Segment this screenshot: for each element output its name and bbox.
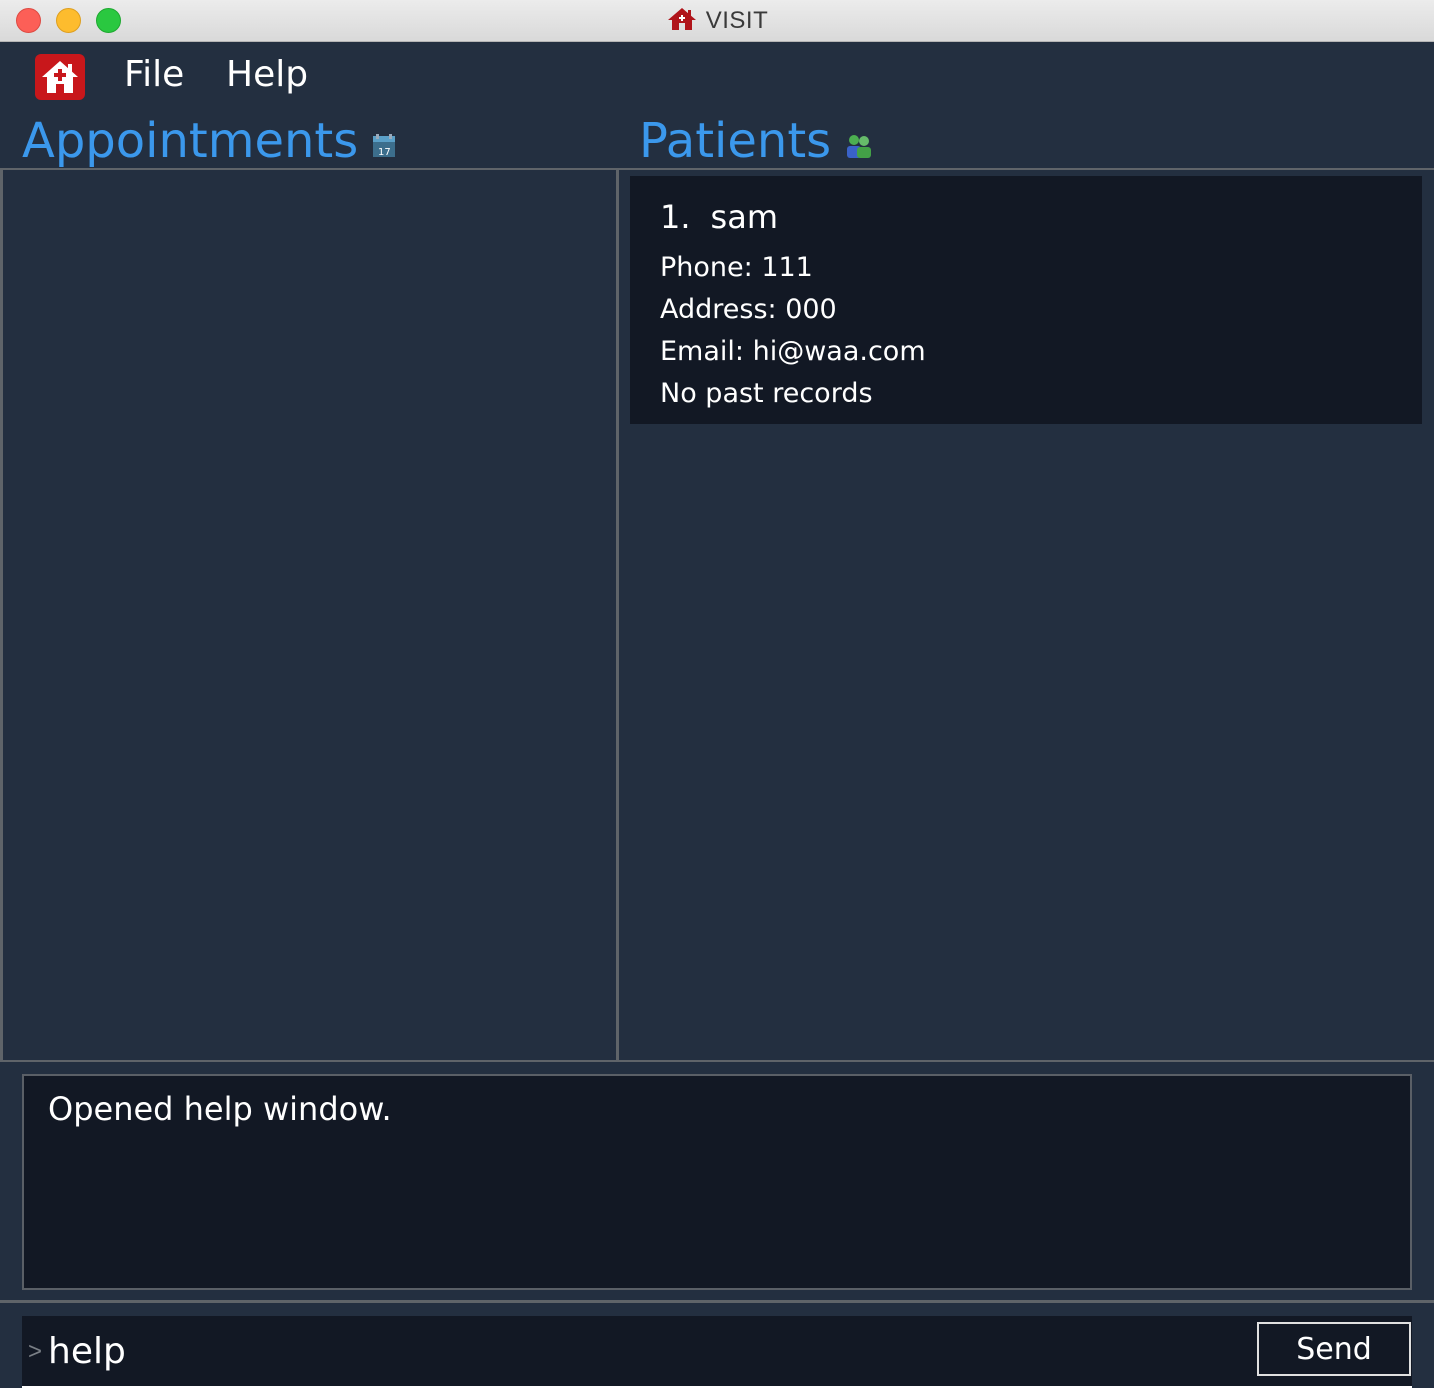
menu-file[interactable]: File [124, 54, 184, 95]
patient-card[interactable]: 1. sam Phone: 111 Address: 000 Email: hi@… [630, 176, 1422, 424]
patient-index: 1. [660, 198, 691, 236]
command-area: > Send [0, 1304, 1434, 1388]
menu-bar: File Help [0, 42, 1434, 110]
result-text: Opened help window. [48, 1090, 392, 1128]
prompt-caret: > [28, 1338, 43, 1365]
result-area: Opened help window. [0, 1062, 1434, 1302]
send-button[interactable]: Send [1257, 1322, 1411, 1376]
appointments-header: Appointments 17 [22, 112, 396, 170]
patients-list[interactable]: 1. sam Phone: 111 Address: 000 Email: hi@… [619, 170, 1434, 1062]
people-icon [845, 134, 873, 163]
menu-help[interactable]: Help [226, 54, 308, 95]
app-window: VISIT File Help Appointments 17 Patients… [0, 0, 1434, 1388]
result-display[interactable]: Opened help window. [22, 1074, 1412, 1290]
window-title: VISIT [0, 0, 1434, 42]
svg-text:17: 17 [378, 147, 391, 158]
appointments-list[interactable] [0, 170, 619, 1062]
patients-header: Patients [639, 112, 873, 170]
result-divider [0, 1300, 1434, 1303]
house-icon [666, 6, 698, 37]
house-medical-icon [35, 54, 85, 100]
patient-name: sam [710, 198, 778, 236]
calendar-icon: 17 [372, 133, 396, 163]
patients-title: Patients [639, 113, 832, 169]
patient-email: Email: hi@waa.com [660, 336, 926, 367]
patient-records: No past records [660, 378, 873, 409]
patient-address: Address: 000 [660, 294, 837, 325]
command-box: > Send [22, 1316, 1412, 1388]
patient-name-row: 1. sam [660, 198, 778, 236]
command-input[interactable] [48, 1326, 1248, 1376]
window-title-text: VISIT [705, 7, 769, 34]
patient-phone: Phone: 111 [660, 252, 813, 283]
title-bar: VISIT [0, 0, 1434, 42]
appointments-title: Appointments [22, 113, 359, 169]
